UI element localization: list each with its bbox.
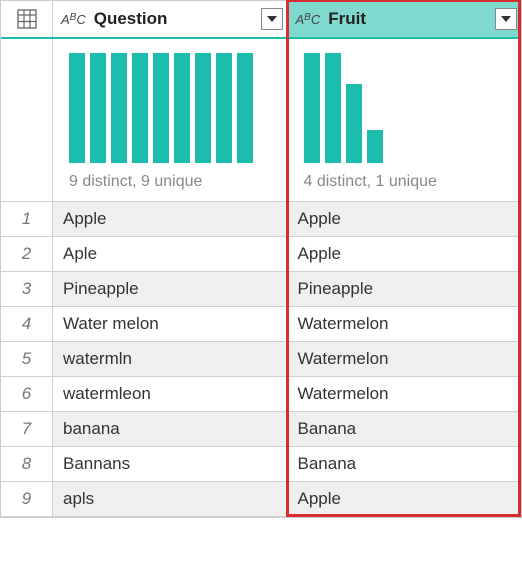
distribution-bar bbox=[69, 53, 85, 163]
row-number: 3 bbox=[1, 272, 53, 306]
distribution-chart bbox=[69, 53, 271, 163]
distribution-bar bbox=[174, 53, 190, 163]
row-number: 9 bbox=[1, 482, 53, 516]
row-number: 1 bbox=[1, 202, 53, 236]
table-cell[interactable]: Banana bbox=[288, 412, 522, 446]
table-row[interactable]: 7bananaBanana bbox=[1, 412, 521, 447]
data-table: B Question B Fruit 9 distinct, 9 unique … bbox=[0, 0, 522, 518]
table-cell[interactable]: Apple bbox=[53, 202, 288, 236]
distribution-bar bbox=[216, 53, 232, 163]
distribution-bar bbox=[367, 130, 383, 163]
distribution-chart bbox=[304, 53, 506, 163]
column-profile-fruit[interactable]: 4 distinct, 1 unique bbox=[288, 39, 522, 201]
table-cell[interactable]: Apple bbox=[288, 237, 522, 271]
table-cell[interactable]: banana bbox=[53, 412, 288, 446]
table-cell[interactable]: Watermelon bbox=[288, 377, 522, 411]
table-row[interactable]: 6watermleonWatermelon bbox=[1, 377, 521, 412]
table-cell[interactable]: Bannans bbox=[53, 447, 288, 481]
chevron-down-icon bbox=[501, 16, 511, 22]
column-name: Fruit bbox=[328, 9, 366, 29]
distribution-bar bbox=[153, 53, 169, 163]
chevron-down-icon bbox=[267, 16, 277, 22]
table-cell[interactable]: Watermelon bbox=[288, 307, 522, 341]
table-cell[interactable]: Pineapple bbox=[288, 272, 522, 306]
distribution-bar bbox=[237, 53, 253, 163]
table-cell[interactable]: Apple bbox=[288, 202, 522, 236]
table-row[interactable]: 4Water melonWatermelon bbox=[1, 307, 521, 342]
data-body: 1AppleApple2ApleApple3PineapplePineapple… bbox=[1, 202, 521, 517]
column-filter-dropdown[interactable] bbox=[261, 8, 283, 30]
distribution-bar bbox=[195, 53, 211, 163]
table-cell[interactable]: Watermelon bbox=[288, 342, 522, 376]
text-type-icon: B bbox=[61, 12, 86, 27]
table-row[interactable]: 2ApleApple bbox=[1, 237, 521, 272]
distribution-bar bbox=[346, 84, 362, 163]
profile-summary: 9 distinct, 9 unique bbox=[69, 173, 271, 191]
row-number: 7 bbox=[1, 412, 53, 446]
column-header-question[interactable]: B Question bbox=[53, 1, 288, 37]
column-header-fruit[interactable]: B Fruit bbox=[288, 1, 522, 37]
distribution-bar bbox=[132, 53, 148, 163]
column-filter-dropdown[interactable] bbox=[495, 8, 517, 30]
table-cell[interactable]: Banana bbox=[288, 447, 522, 481]
row-number: 5 bbox=[1, 342, 53, 376]
row-number: 2 bbox=[1, 237, 53, 271]
column-profile-row: 9 distinct, 9 unique 4 distinct, 1 uniqu… bbox=[1, 39, 521, 202]
column-name: Question bbox=[94, 9, 168, 29]
table-cell[interactable]: Apple bbox=[288, 482, 522, 516]
profile-summary: 4 distinct, 1 unique bbox=[304, 173, 506, 191]
table-corner-button[interactable] bbox=[1, 1, 53, 37]
table-icon bbox=[17, 9, 37, 29]
table-cell[interactable]: Pineapple bbox=[53, 272, 288, 306]
distribution-bar bbox=[90, 53, 106, 163]
profile-corner bbox=[1, 39, 53, 201]
table-cell[interactable]: Aple bbox=[53, 237, 288, 271]
table-row[interactable]: 5watermlnWatermelon bbox=[1, 342, 521, 377]
distribution-bar bbox=[304, 53, 320, 163]
distribution-bar bbox=[325, 53, 341, 163]
column-profile-question[interactable]: 9 distinct, 9 unique bbox=[53, 39, 288, 201]
distribution-bar bbox=[111, 53, 127, 163]
row-number: 8 bbox=[1, 447, 53, 481]
table-row[interactable]: 8BannansBanana bbox=[1, 447, 521, 482]
text-type-icon: B bbox=[296, 12, 321, 27]
table-row[interactable]: 9aplsApple bbox=[1, 482, 521, 517]
table-cell[interactable]: apls bbox=[53, 482, 288, 516]
table-cell[interactable]: watermleon bbox=[53, 377, 288, 411]
table-cell[interactable]: Water melon bbox=[53, 307, 288, 341]
row-number: 4 bbox=[1, 307, 53, 341]
table-cell[interactable]: watermln bbox=[53, 342, 288, 376]
row-number: 6 bbox=[1, 377, 53, 411]
column-header-row: B Question B Fruit bbox=[1, 1, 521, 39]
table-row[interactable]: 3PineapplePineapple bbox=[1, 272, 521, 307]
table-row[interactable]: 1AppleApple bbox=[1, 202, 521, 237]
